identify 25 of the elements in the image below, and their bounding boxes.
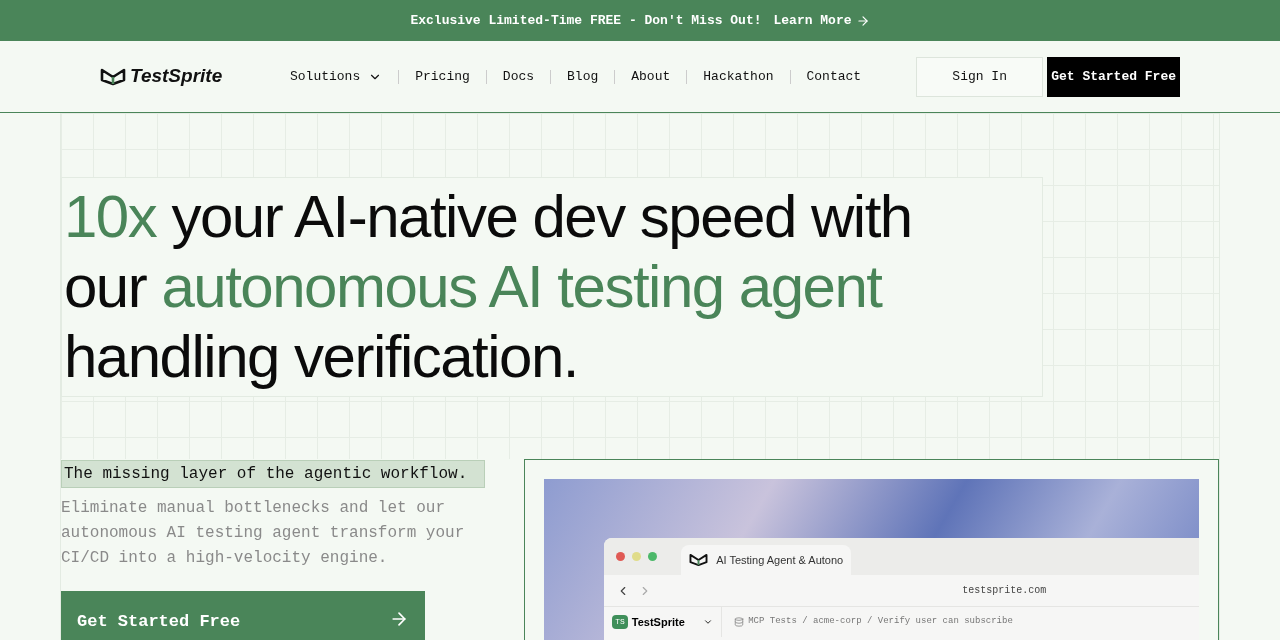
announcement-text: Exclusive Limited-Time FREE - Don't Miss Out! [410, 11, 762, 30]
learn-more-link[interactable]: Learn More [773, 10, 870, 31]
logo-icon [689, 551, 709, 569]
get-started-button[interactable]: Get Started Free [1047, 56, 1180, 97]
url-field[interactable]: testsprite.com [962, 583, 1047, 598]
database-icon [734, 617, 745, 627]
tagline: The missing layer of the agentic workflow. [61, 460, 485, 488]
logo-icon [100, 67, 126, 86]
breadcrumb: MCP Tests / acme-corp / Verify user can subscribe [748, 615, 1013, 629]
caret-icon [703, 617, 714, 627]
nav-link[interactable]: Pricing [415, 66, 470, 87]
nav-link[interactable]: Contact [806, 66, 862, 87]
sign-in-button[interactable]: Sign In [916, 56, 1044, 97]
workspace-name[interactable]: TestSprite [631, 613, 685, 631]
nav-link[interactable]: Blog [567, 66, 599, 87]
logo-text[interactable]: TestSprite [130, 62, 223, 91]
nav-link[interactable]: Hackathon [703, 66, 774, 87]
workspace-badge: TS [612, 615, 628, 629]
nav-link[interactable]: Docs [502, 66, 535, 87]
browser-tab[interactable]: AI Testing Agent & Autono [681, 545, 852, 575]
nav-link[interactable]: Solutions [290, 66, 383, 87]
hero-description: Eliminate manual bottlenecks and let our autonomous AI testing agent transform your CI/CD into a high-velocity engine. [61, 498, 466, 569]
hero-headline: 10x your AI-native dev speed with our autonomous AI testing agent handling verification. [61, 177, 1043, 397]
nav-link[interactable]: About [631, 66, 671, 87]
hero-get-started-button[interactable]: Get Started Free [61, 591, 425, 640]
